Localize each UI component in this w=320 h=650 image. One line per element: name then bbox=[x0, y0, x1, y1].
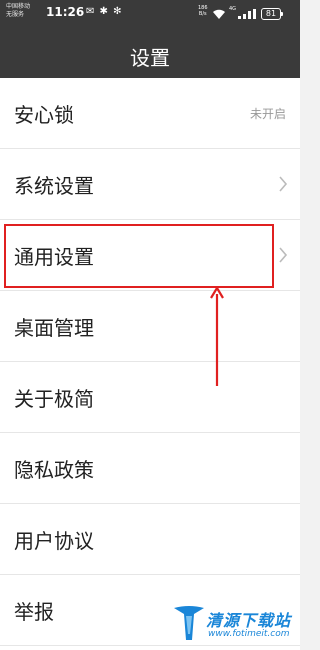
menu-item-user-agreement[interactable]: 用户协议 bbox=[0, 504, 300, 575]
menu-item-label: 安心锁 bbox=[14, 103, 74, 127]
watermark-logo-icon bbox=[174, 606, 204, 640]
menu-item-system-settings[interactable]: 系统设置 bbox=[0, 149, 300, 220]
network-speed-unit: B/s bbox=[198, 11, 207, 17]
notification-icons: ✉ ✱ ✻ bbox=[86, 6, 123, 17]
carrier-info: 中国移动 无服务 bbox=[6, 3, 30, 19]
menu-item-about[interactable]: 关于极简 bbox=[0, 362, 300, 433]
watermark-text: 清源下载站 bbox=[206, 611, 292, 630]
menu-item-security-lock[interactable]: 安心锁 未开启 bbox=[0, 78, 300, 149]
menu-item-label: 系统设置 bbox=[14, 174, 94, 198]
chevron-right-icon bbox=[279, 176, 288, 192]
menu-item-label: 通用设置 bbox=[14, 245, 94, 269]
network-speed: 186 B/s bbox=[198, 5, 208, 17]
menu-item-label: 举报 bbox=[14, 600, 54, 624]
title-bar: 设置 bbox=[0, 30, 300, 78]
clock: 11:26 bbox=[46, 5, 85, 19]
page-title: 设置 bbox=[130, 46, 170, 70]
menu-item-general-settings[interactable]: 通用设置 bbox=[0, 220, 300, 291]
menu-item-label: 隐私政策 bbox=[14, 458, 94, 482]
signal-icon bbox=[238, 9, 256, 19]
settings-screen: 中国移动 无服务 11:26 ✉ ✱ ✻ 186 B/s 4G 81 设置 安心… bbox=[0, 0, 300, 650]
watermark-url: www.fotimeit.com bbox=[208, 629, 290, 639]
menu-item-label: 关于极简 bbox=[14, 387, 94, 411]
menu-item-label: 桌面管理 bbox=[14, 316, 94, 340]
carrier-status: 无服务 bbox=[6, 11, 25, 18]
carrier-name: 中国移动 bbox=[6, 3, 31, 10]
settings-menu-list: 安心锁 未开启 系统设置 通用设置 桌面管理 关于极简 隐私政策 用户协议 举报 bbox=[0, 78, 300, 646]
watermark: 清源下载站 www.fotimeit.com bbox=[172, 602, 294, 646]
battery-icon: 81 bbox=[261, 8, 283, 20]
wifi-icon bbox=[213, 9, 225, 19]
chevron-right-icon bbox=[279, 247, 288, 263]
network-type-label: 4G bbox=[229, 6, 237, 12]
menu-item-privacy-policy[interactable]: 隐私政策 bbox=[0, 433, 300, 504]
menu-item-desktop-management[interactable]: 桌面管理 bbox=[0, 291, 300, 362]
menu-item-label: 用户协议 bbox=[14, 529, 94, 553]
menu-item-status: 未开启 bbox=[249, 107, 286, 121]
status-bar: 中国移动 无服务 11:26 ✉ ✱ ✻ 186 B/s 4G 81 bbox=[0, 0, 300, 30]
